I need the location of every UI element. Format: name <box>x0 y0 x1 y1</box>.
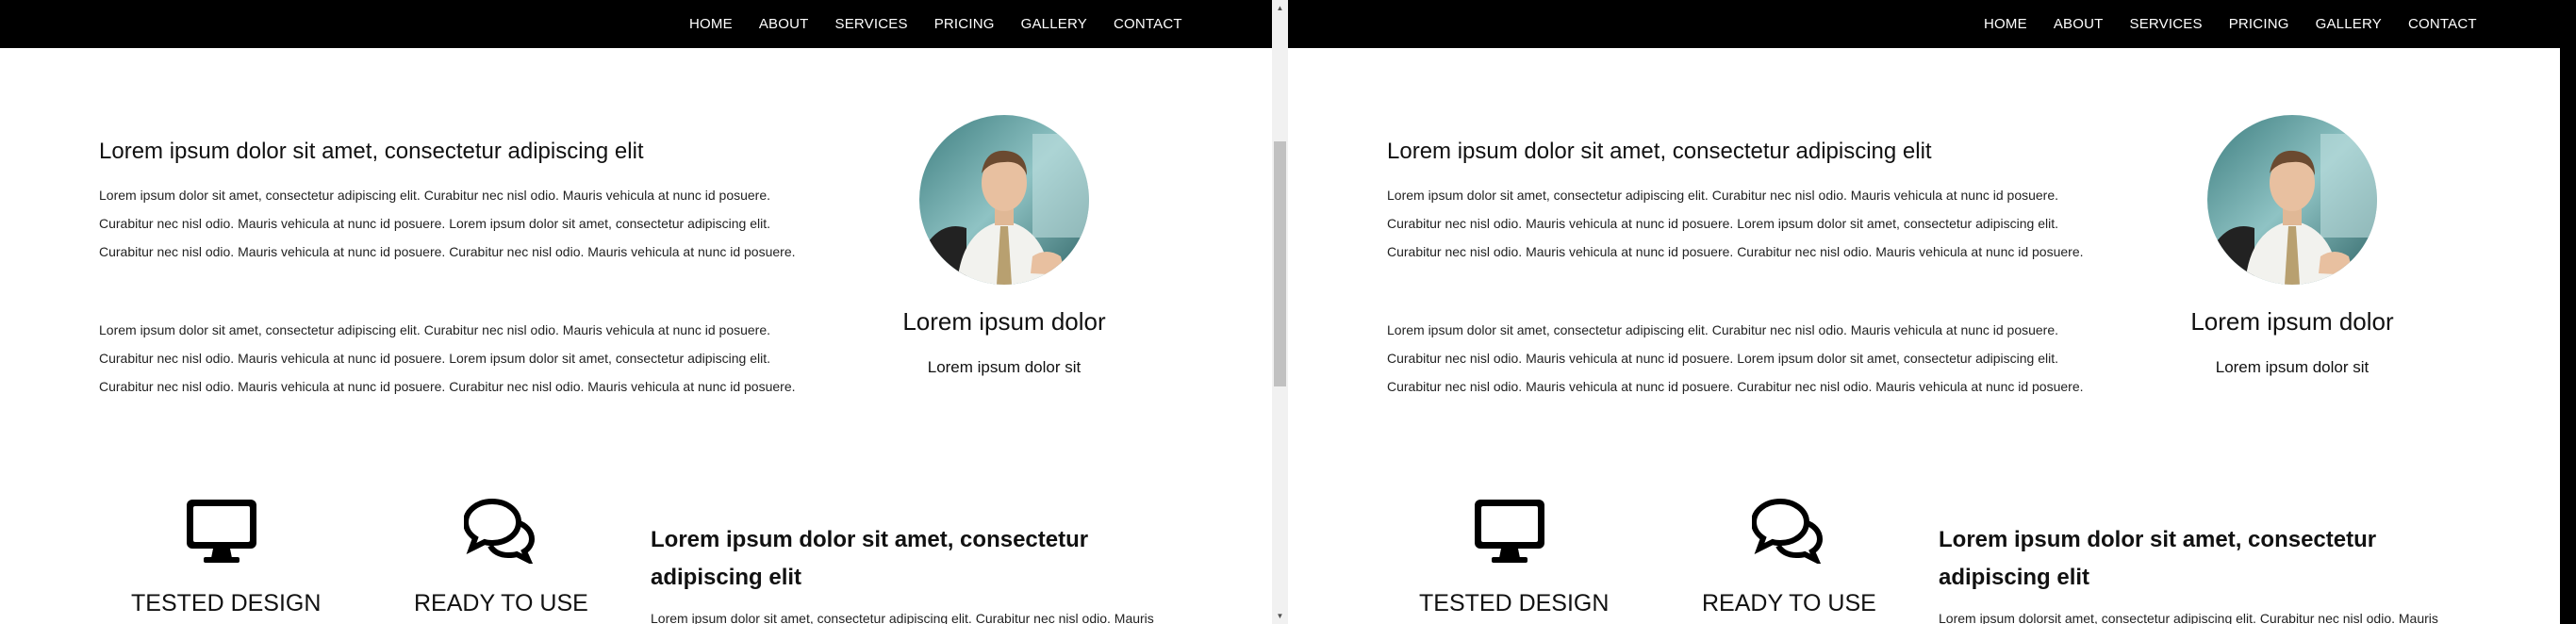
about-paragraph-1: Lorem ipsum dolor sit amet, consectetur … <box>1387 188 2084 259</box>
nav-pricing-link[interactable]: PRICING <box>934 16 995 32</box>
scroll-down-arrow-icon[interactable]: ▼ <box>1272 608 1288 624</box>
about-paragraph-1: Lorem ipsum dolor sit amet, consectetur … <box>99 188 796 259</box>
about-heading: Lorem ipsum dolor sit amet, consectetur … <box>99 139 644 164</box>
profile-name: Lorem ipsum dolor <box>902 307 1106 336</box>
browser-viewport-left: HOME ABOUT SERVICES PRICING GALLERY CONT… <box>0 0 1288 624</box>
feature-label-tested-design: TESTED DESIGN <box>1419 590 1610 616</box>
nav-about-link[interactable]: ABOUT <box>759 16 809 32</box>
navbar: HOME ABOUT SERVICES PRICING GALLERY CONT… <box>0 0 1272 48</box>
nav-contact-link[interactable]: CONTACT <box>2408 16 2477 32</box>
about-paragraph-2: Lorem ipsum dolor sit amet, consectetur … <box>1387 322 2084 394</box>
chat-bubbles-icon <box>1750 498 1824 568</box>
feature-label-tested-design: TESTED DESIGN <box>131 590 322 616</box>
profile-avatar <box>919 115 1089 285</box>
nav-gallery-link[interactable]: GALLERY <box>1021 16 1087 32</box>
scroll-up-arrow-icon[interactable]: ▲ <box>1272 0 1288 16</box>
profile-subtitle: Lorem ipsum dolor sit <box>2215 358 2370 376</box>
navbar: HOME ABOUT SERVICES PRICING GALLERY CONT… <box>1288 0 2560 48</box>
about-paragraph-2: Lorem ipsum dolor sit amet, consectetur … <box>99 322 796 394</box>
chat-bubbles-icon <box>462 498 536 568</box>
nav-links: HOME ABOUT SERVICES PRICING GALLERY CONT… <box>1984 0 2503 48</box>
about-heading: Lorem ipsum dolor sit amet, consectetur … <box>1387 139 1932 164</box>
nav-services-link[interactable]: SERVICES <box>2130 16 2203 32</box>
nav-links: HOME ABOUT SERVICES PRICING GALLERY CONT… <box>689 0 1209 48</box>
right-edge-bar <box>2560 0 2576 624</box>
features-paragraph: Lorem ipsum dolorsit amet, consectetur a… <box>1939 611 2438 624</box>
features-paragraph: Lorem ipsum dolor sit amet, consectetur … <box>651 611 1154 624</box>
feature-label-ready-to-use: READY TO USE <box>1702 590 1876 616</box>
nav-home-link[interactable]: HOME <box>689 16 733 32</box>
nav-home-link[interactable]: HOME <box>1984 16 2027 32</box>
nav-pricing-link[interactable]: PRICING <box>2229 16 2289 32</box>
profile-avatar <box>2207 115 2377 285</box>
scrollbar-thumb[interactable] <box>1274 141 1286 386</box>
nav-about-link[interactable]: ABOUT <box>2054 16 2104 32</box>
vertical-scrollbar[interactable]: ▲ ▼ <box>1272 0 1288 624</box>
profile-name: Lorem ipsum dolor <box>2190 307 2394 336</box>
browser-viewport-right: HOME ABOUT SERVICES PRICING GALLERY CONT… <box>1288 0 2576 624</box>
features-heading: Lorem ipsum dolor sit amet, consectetur … <box>1939 527 2377 590</box>
features-heading: Lorem ipsum dolor sit amet, consectetur … <box>651 527 1089 590</box>
feature-label-ready-to-use: READY TO USE <box>414 590 588 616</box>
monitor-icon <box>1473 498 1546 570</box>
nav-gallery-link[interactable]: GALLERY <box>2316 16 2382 32</box>
monitor-icon <box>185 498 258 570</box>
nav-services-link[interactable]: SERVICES <box>835 16 908 32</box>
profile-subtitle: Lorem ipsum dolor sit <box>927 358 1082 376</box>
nav-contact-link[interactable]: CONTACT <box>1114 16 1182 32</box>
